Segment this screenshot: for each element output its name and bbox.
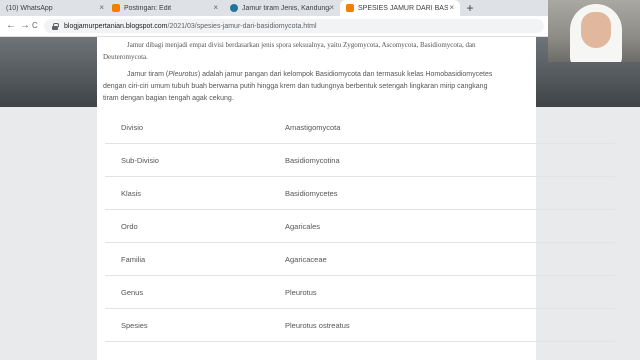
close-icon[interactable]: × bbox=[329, 3, 334, 12]
rank-cell: Divisio bbox=[105, 111, 285, 144]
lock-icon[interactable] bbox=[52, 22, 59, 30]
address-bar-row: ← → C blogjamurpertanian.blogspot.com /2… bbox=[0, 16, 640, 37]
wordpress-icon bbox=[230, 4, 238, 12]
url-host: blogjamurpertanian.blogspot.com bbox=[64, 22, 168, 30]
rank-cell: Familia bbox=[105, 242, 285, 276]
tab-title: Postingan: Edit bbox=[124, 4, 172, 12]
rank-cell: Sub-Divisio bbox=[105, 143, 285, 177]
tab-title: Jamur tiram Jenis, Kandungan, M bbox=[242, 4, 330, 12]
table-row: Spesies Pleurotus ostreatus bbox=[105, 308, 615, 342]
back-icon[interactable]: ← bbox=[6, 20, 16, 31]
value-cell: Amastigomycota bbox=[285, 111, 615, 144]
reload-icon[interactable]: C bbox=[32, 21, 38, 30]
tab-whatsapp[interactable]: (10) WhatsApp × bbox=[0, 0, 110, 16]
tab-postingan-edit[interactable]: Postingan: Edit × bbox=[110, 0, 224, 16]
table-row: Genus Pleurotus bbox=[105, 275, 615, 309]
value-cell: Pleurotus ostreatus bbox=[285, 308, 615, 342]
paragraph-text: Jamur dibagi menjadi empat divisi berdas… bbox=[103, 41, 476, 61]
tab-title: SPESIES JAMUR DARI BASIDIOM bbox=[358, 4, 448, 12]
table-row: Klasis Basidiomycetes bbox=[105, 176, 615, 210]
rank-cell: Klasis bbox=[105, 176, 285, 210]
table-row: Sub-Divisio Basidiomycotina bbox=[105, 143, 615, 177]
value-cell: Basidiomycetes bbox=[285, 176, 615, 210]
tab-title: (10) WhatsApp bbox=[6, 4, 53, 12]
value-cell: Agaricaceae bbox=[285, 242, 615, 276]
value-cell: Basidiomycotina bbox=[285, 143, 615, 177]
tab-spesies-jamur[interactable]: SPESIES JAMUR DARI BASIDIOM × bbox=[340, 0, 460, 16]
forward-icon[interactable]: → bbox=[20, 20, 30, 31]
paragraph-divisions: Jamur dibagi menjadi empat divisi berdas… bbox=[103, 39, 493, 63]
paragraph-italic: Pleurotus bbox=[168, 71, 198, 78]
value-cell: Agaricales bbox=[285, 209, 615, 243]
close-icon[interactable]: × bbox=[449, 3, 454, 12]
url-input[interactable]: blogjamurpertanian.blogspot.com /2021/03… bbox=[44, 19, 544, 33]
close-icon[interactable]: × bbox=[213, 3, 218, 12]
rank-cell: Spesies bbox=[105, 308, 285, 342]
article-body: Jamur dibagi menjadi empat divisi berdas… bbox=[97, 37, 615, 360]
url-path: /2021/03/spesies-jamur-dari-basidiomycot… bbox=[167, 22, 317, 30]
tab-jamur-tiram[interactable]: Jamur tiram Jenis, Kandungan, M × bbox=[224, 0, 340, 16]
table-row: Ordo Agaricales bbox=[105, 209, 615, 243]
blogger-icon bbox=[112, 4, 120, 12]
tab-strip: (10) WhatsApp × Postingan: Edit × Jamur … bbox=[0, 0, 640, 16]
rank-cell: Ordo bbox=[105, 209, 285, 243]
value-cell: Pleurotus bbox=[285, 275, 615, 309]
presenter-face bbox=[581, 12, 611, 48]
classification-table: Divisio Amastigomycota Sub-Divisio Basidio… bbox=[105, 111, 615, 342]
blogger-icon bbox=[346, 4, 354, 12]
paragraph-text: Jamur tiram ( bbox=[127, 71, 169, 78]
close-icon[interactable]: × bbox=[99, 3, 104, 12]
paragraph-jamur-tiram: Jamur tiram (Pleurotus) adalah jamur pan… bbox=[103, 69, 493, 105]
webcam-overlay bbox=[548, 0, 640, 62]
table-row: Divisio Amastigomycota bbox=[105, 111, 615, 144]
table-row: Familia Agaricaceae bbox=[105, 242, 615, 276]
new-tab-button[interactable]: + bbox=[462, 0, 478, 16]
rank-cell: Genus bbox=[105, 275, 285, 309]
